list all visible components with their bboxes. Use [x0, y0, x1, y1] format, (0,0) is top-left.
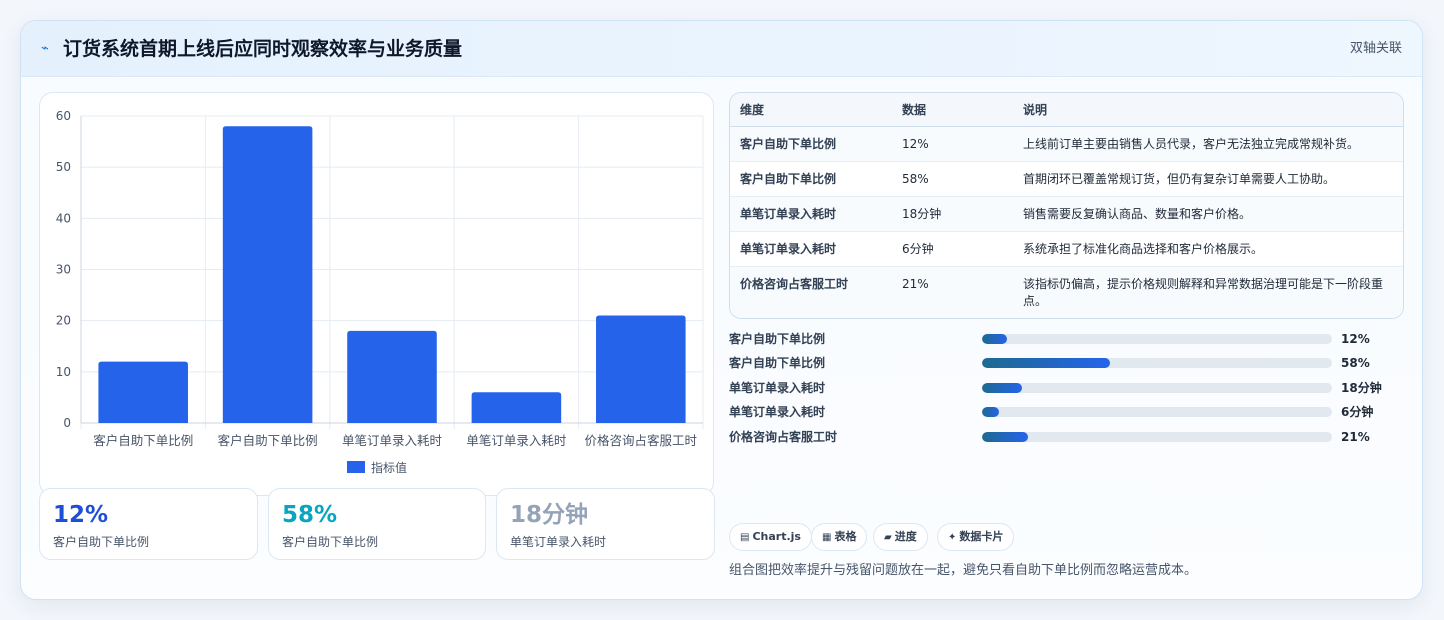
y-tick-label: 0: [63, 416, 71, 430]
bar: [222, 126, 313, 423]
page-title: 订货系统首期上线后应同时观察效率与业务质量: [63, 38, 463, 60]
chip-label: Chart.js: [752, 530, 801, 543]
cell-dimension: 客户自助下单比例: [740, 172, 837, 186]
cell-data: 18分钟: [902, 207, 942, 221]
card-icon: ✦: [948, 532, 957, 543]
progress-fill: [982, 407, 999, 417]
x-tick-label: 单笔订单录入耗时: [342, 433, 443, 448]
cell-dimension: 客户自助下单比例: [740, 137, 837, 151]
table-icon: ▦: [822, 532, 832, 543]
progress-row: 客户自助下单比例 58%: [729, 354, 1404, 372]
trend-line-icon: ⌁: [41, 41, 49, 56]
progress-row: 单笔订单录入耗时 6分钟: [729, 403, 1404, 421]
y-tick-label: 50: [56, 160, 71, 174]
progress-track: [982, 407, 1332, 417]
cell-data: 58%: [902, 172, 929, 186]
table-row: 单笔订单录入耗时 18分钟 销售需要反复确认商品、数量和客户价格。: [730, 197, 1403, 232]
table-row: 价格咨询占客服工时 21% 该指标仍偏高，提示价格规则解释和异常数据治理可能是下…: [730, 267, 1403, 318]
y-tick-label: 20: [56, 314, 71, 328]
chip-progress[interactable]: ▰ 进度: [873, 523, 928, 551]
progress-value: 21%: [1341, 430, 1370, 444]
metrics-table: 维度 数据 说明 客户自助下单比例 12% 上线前订单主要由销售人员代录，客户无…: [729, 92, 1404, 319]
cell-note: 上线前订单主要由销售人员代录，客户无法独立完成常规补货。: [1023, 137, 1360, 151]
cell-note-line1: 该指标仍偏高，提示价格规则解释和异常数据治理可能是下一阶段重: [1023, 277, 1384, 291]
progress-fill: [982, 358, 1110, 368]
progress-value: 18分钟: [1341, 381, 1382, 395]
y-tick-label: 10: [56, 365, 71, 379]
legend-label: 指标值: [371, 460, 407, 475]
y-tick-label: 40: [56, 211, 71, 225]
x-tick-label: 单笔订单录入耗时: [466, 433, 567, 448]
kpi-card-3: 18分钟 单笔订单录入耗时: [496, 488, 715, 560]
column-header-dimension: 维度: [740, 103, 765, 117]
cell-data: 6分钟: [902, 242, 934, 256]
progress-fill: [982, 334, 1007, 344]
table-row: 单笔订单录入耗时 6分钟 系统承担了标准化商品选择和客户价格展示。: [730, 232, 1403, 267]
progress-value: 6分钟: [1341, 405, 1374, 419]
x-tick-label: 客户自助下单比例: [218, 433, 318, 448]
x-tick-label: 客户自助下单比例: [93, 433, 193, 448]
bar: [471, 392, 562, 423]
kpi-label: 客户自助下单比例: [282, 535, 379, 549]
progress-fill: [982, 383, 1023, 393]
progress-track: [982, 358, 1332, 368]
progress-label: 价格咨询占客服工时: [729, 430, 838, 444]
chip-data-card[interactable]: ✦ 数据卡片: [937, 523, 1015, 551]
kpi-label: 单笔订单录入耗时: [510, 535, 607, 549]
y-tick-label: 60: [56, 109, 71, 123]
cell-dimension: 单笔订单录入耗时: [740, 242, 837, 256]
progress-label: 单笔订单录入耗时: [729, 381, 826, 395]
cell-data: 12%: [902, 137, 929, 151]
legend-swatch: [347, 461, 365, 473]
column-header-note: 说明: [1023, 103, 1048, 117]
bar-chart: 0 10 20 30 40 50 60 客户自助下单比例 客户自助下单比例 单笔订单录入耗时 单笔订…: [56, 109, 704, 475]
kpi-value: 58%: [282, 502, 338, 528]
table-header: 维度 数据 说明: [730, 93, 1403, 127]
progress-track: [982, 334, 1332, 344]
kpi-value: 18分钟: [510, 502, 589, 528]
kpi-card-1: 12% 客户自助下单比例: [39, 488, 258, 560]
progress-track: [982, 383, 1332, 393]
bar: [98, 361, 188, 423]
header-tag: 双轴关联: [1349, 41, 1402, 56]
cell-data: 21%: [902, 277, 929, 291]
kpi-value: 12%: [53, 502, 109, 528]
cell-dimension: 价格咨询占客服工时: [740, 277, 849, 291]
progress-row: 价格咨询占客服工时 21%: [729, 428, 1404, 446]
progress-value: 58%: [1341, 356, 1370, 370]
chip-label: 数据卡片: [959, 530, 1004, 543]
cell-note: 系统承担了标准化商品选择和客户价格展示。: [1023, 242, 1264, 256]
progress-icon: ▰: [884, 532, 892, 543]
progress-value: 12%: [1341, 332, 1370, 346]
cell-note: 首期闭环已覆盖常规订货，但仍有复杂订单需要人工协助。: [1023, 172, 1336, 186]
progress-fill: [982, 432, 1029, 442]
progress-label: 客户自助下单比例: [729, 356, 826, 370]
chip-label: 进度: [894, 530, 917, 543]
progress-label: 客户自助下单比例: [729, 332, 826, 346]
kpi-label: 客户自助下单比例: [53, 535, 150, 549]
bar: [596, 315, 686, 423]
progress-row: 单笔订单录入耗时 18分钟: [729, 379, 1404, 397]
progress-row: 客户自助下单比例 12%: [729, 330, 1404, 348]
column-header-data: 数据: [902, 103, 927, 117]
bar: [347, 330, 437, 423]
cell-note: 销售需要反复确认商品、数量和客户价格。: [1023, 207, 1252, 221]
chip-label: 表格: [834, 530, 857, 543]
cell-dimension: 单笔订单录入耗时: [740, 207, 837, 221]
card-header: ⌁ 订货系统首期上线后应同时观察效率与业务质量 双轴关联: [21, 21, 1422, 77]
footer-note: 组合图把效率提升与残留问题放在一起，避免只看自助下单比例而忽略运营成本。: [729, 563, 1198, 578]
table-row: 客户自助下单比例 58% 首期闭环已覆盖常规订货，但仍有复杂订单需要人工协助。: [730, 162, 1403, 197]
progress-label: 单笔订单录入耗时: [729, 405, 826, 419]
table-row: 客户自助下单比例 12% 上线前订单主要由销售人员代录，客户无法独立完成常规补货…: [730, 127, 1403, 162]
progress-track: [982, 432, 1332, 442]
chip-table[interactable]: ▦ 表格: [811, 523, 868, 551]
y-tick-label: 30: [56, 263, 71, 277]
cell-note-line2: 点。: [1023, 294, 1048, 308]
x-tick-label: 价格咨询占客服工时: [585, 433, 698, 448]
kpi-card-2: 58% 客户自助下单比例: [268, 488, 486, 560]
bar-chart-panel: 0 10 20 30 40 50 60 客户自助下单比例 客户自助下单比例 单笔订单录入耗时 单笔订…: [39, 92, 714, 496]
chip-chartjs[interactable]: ▤ Chart.js: [729, 523, 812, 551]
chart-icon: ▤: [740, 532, 750, 543]
